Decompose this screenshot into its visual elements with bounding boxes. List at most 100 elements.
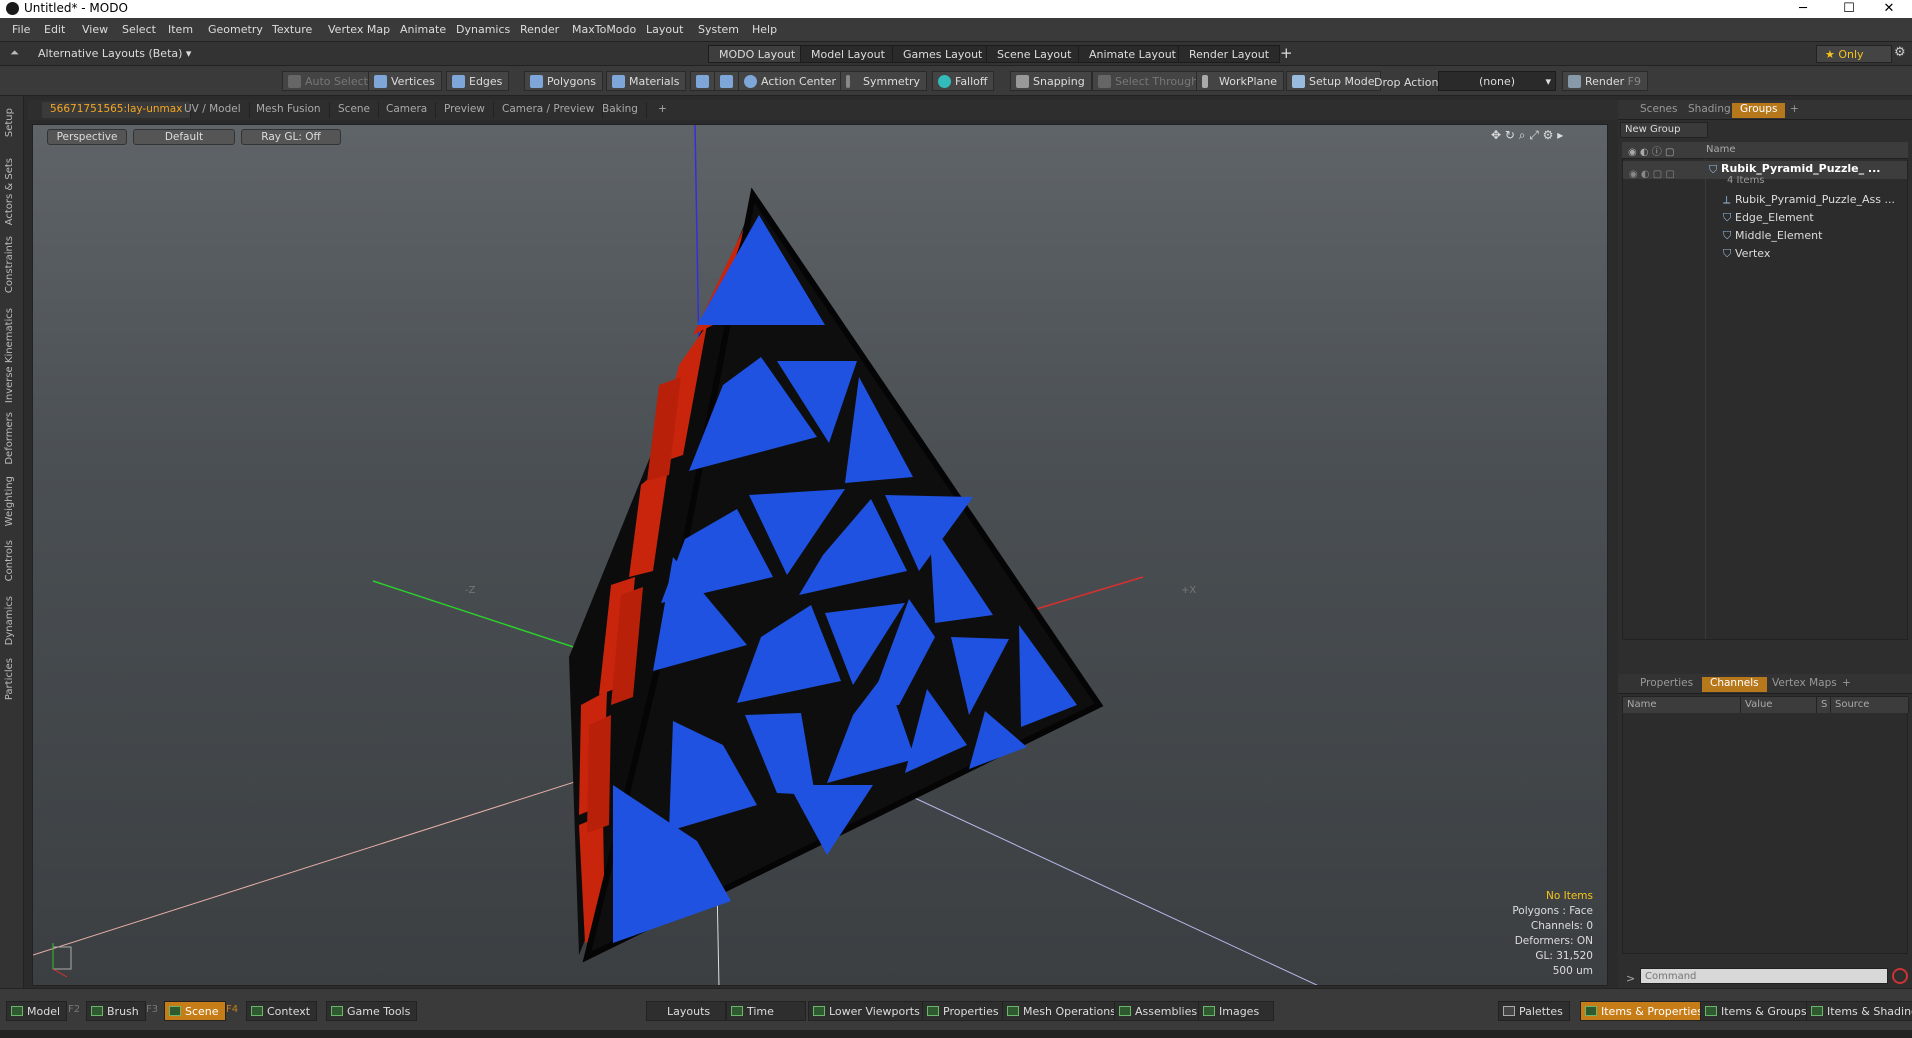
group-row-edge[interactable]: ⛉ Edge_Element — [1623, 209, 1907, 227]
vtab-constraints[interactable]: Constraints — [4, 236, 15, 293]
add-panel-tab-button[interactable]: + — [1834, 677, 1859, 692]
3d-viewport[interactable]: Perspective Default Ray GL: Off ✥ ↻ ⌕ ⤢ … — [32, 124, 1608, 986]
tab-baking[interactable]: Baking — [594, 102, 647, 118]
select-through-button[interactable]: Select Through — [1092, 71, 1206, 91]
tab-vertex-maps[interactable]: Vertex Maps — [1764, 677, 1845, 692]
snapping-button[interactable]: Snapping — [1010, 71, 1092, 91]
lower-viewports-button[interactable]: Lower Viewports — [808, 1001, 927, 1021]
action-center-button[interactable]: Action Center — [738, 71, 843, 91]
tab-scene-layout[interactable]: Scene Layout — [986, 45, 1083, 63]
mesh-operations-button[interactable]: Mesh Operations — [1002, 1001, 1123, 1021]
channels-col-value[interactable]: Value — [1741, 697, 1817, 713]
add-layout-button[interactable]: + — [1280, 44, 1293, 62]
materials-button[interactable]: Materials — [606, 71, 687, 91]
command-input[interactable] — [1640, 968, 1888, 984]
name-column-header[interactable]: Name — [1706, 144, 1736, 155]
vtab-inverse-kinematics[interactable]: Inverse Kinematics — [4, 308, 15, 403]
add-panel-tab-button[interactable]: + — [1782, 103, 1807, 118]
vtab-setup[interactable]: Setup — [4, 108, 15, 137]
items-properties-button[interactable]: Items & Properties — [1580, 1001, 1710, 1021]
menu-animate[interactable]: Animate — [400, 23, 446, 36]
add-tab-button[interactable]: + — [650, 102, 675, 118]
vtab-controls[interactable]: Controls — [4, 540, 15, 581]
vtab-dynamics[interactable]: Dynamics — [4, 596, 15, 645]
tab-camera[interactable]: Camera — [378, 102, 437, 118]
items-groups-button[interactable]: Items & Groups — [1700, 1001, 1814, 1021]
tab-render-layout[interactable]: Render Layout — [1178, 45, 1281, 63]
tab-animate-layout[interactable]: Animate Layout — [1078, 45, 1187, 63]
brush-button[interactable]: Brush — [86, 1001, 146, 1021]
render-button[interactable]: Render F9 — [1562, 71, 1648, 91]
menu-edit[interactable]: Edit — [44, 23, 65, 36]
menu-texture[interactable]: Texture — [272, 23, 312, 36]
context-button[interactable]: Context — [246, 1001, 318, 1021]
tab-model-layout[interactable]: Model Layout — [800, 45, 896, 63]
group-row-vertex[interactable]: ⛉ Vertex — [1623, 245, 1907, 263]
layouts-button[interactable]: Layouts — [646, 1001, 726, 1021]
tab-modo-layout[interactable]: MODO Layout — [708, 45, 807, 63]
images-button[interactable]: Images — [1198, 1001, 1274, 1021]
drop-action-select[interactable]: (none) ▾ — [1438, 71, 1556, 91]
menu-system[interactable]: System — [698, 23, 739, 36]
menu-help[interactable]: Help — [752, 23, 777, 36]
gear-icon[interactable]: ⚙ — [1894, 45, 1906, 60]
time-button[interactable]: Time — [726, 1001, 806, 1021]
palettes-button[interactable]: Palettes — [1498, 1001, 1570, 1021]
falloff-button[interactable]: Falloff — [932, 71, 995, 91]
tab-shading[interactable]: Shading — [1680, 103, 1739, 118]
polygons-button[interactable]: Polygons — [524, 71, 603, 91]
only-toggle[interactable]: ★ Only — [1816, 45, 1892, 63]
tab-lay-unmax[interactable]: 56671751565:lay-unmax — [42, 102, 192, 118]
group-row-assembly[interactable]: ⟂ Rubik_Pyramid_Puzzle_Ass ... — [1623, 191, 1907, 209]
scene-button[interactable]: Scene — [164, 1001, 226, 1021]
channels-col-s[interactable]: S — [1817, 697, 1831, 713]
properties-button[interactable]: Properties — [922, 1001, 1006, 1021]
new-group-button[interactable]: New Group — [1620, 122, 1708, 138]
menu-geometry[interactable]: Geometry — [208, 23, 263, 36]
menu-render[interactable]: Render — [520, 23, 559, 36]
vtab-deformers[interactable]: Deformers — [4, 412, 15, 465]
group-row-root[interactable]: ◉ ◐ ▢ ▢ ⛉ Rubik_Pyramid_Puzzle_ ... 4 It… — [1623, 161, 1907, 186]
game-tools-button[interactable]: Game Tools — [326, 1001, 418, 1021]
menu-view[interactable]: View — [82, 23, 108, 36]
menu-layout[interactable]: Layout — [646, 23, 683, 36]
vertices-button[interactable]: Vertices — [368, 71, 442, 91]
record-icon[interactable] — [1892, 968, 1908, 984]
symmetry-button[interactable]: Symmetry — [840, 71, 928, 91]
tab-games-layout[interactable]: Games Layout — [892, 45, 994, 63]
tab-mesh-fusion[interactable]: Mesh Fusion — [248, 102, 330, 118]
tab-groups[interactable]: Groups — [1732, 103, 1786, 118]
tab-scenes[interactable]: Scenes — [1632, 103, 1685, 118]
auto-select-button[interactable]: Auto Select — [282, 71, 375, 91]
workplane-button[interactable]: WorkPlane — [1196, 71, 1285, 91]
vtab-weighting[interactable]: Weighting — [4, 476, 15, 526]
edges-button[interactable]: Edges — [446, 71, 510, 91]
shield-toggle-a[interactable] — [690, 71, 716, 91]
eye-icon[interactable]: ◉ ◐ ▢ ▢ — [1629, 169, 1675, 180]
menu-item[interactable]: Item — [168, 23, 193, 36]
model-button[interactable]: Model — [6, 1001, 68, 1021]
menu-maxtomodo[interactable]: MaxToModo — [572, 23, 636, 36]
channels-col-source[interactable]: Source — [1831, 697, 1909, 713]
tab-properties[interactable]: Properties — [1632, 677, 1701, 692]
layout-selector[interactable]: Alternative Layouts (Beta) ▾ — [38, 47, 191, 60]
vtab-particles[interactable]: Particles — [4, 658, 15, 700]
tab-uv-model[interactable]: UV / Model — [176, 102, 250, 118]
menu-vertex-map[interactable]: Vertex Map — [328, 23, 390, 36]
group-row-middle[interactable]: ⛉ Middle_Element — [1623, 227, 1907, 245]
channels-col-name[interactable]: Name — [1623, 697, 1741, 713]
assemblies-button[interactable]: Assemblies — [1114, 1001, 1205, 1021]
close-button[interactable]: ✕ — [1866, 0, 1912, 18]
minimize-button[interactable]: ─ — [1780, 0, 1826, 18]
tab-channels[interactable]: Channels — [1702, 677, 1767, 692]
vtab-actors-sets[interactable]: Actors & Sets — [4, 158, 15, 225]
shield-toggle-b[interactable] — [714, 71, 740, 91]
menu-file[interactable]: File — [12, 23, 30, 36]
setup-mode-button[interactable]: Setup Mode — [1286, 71, 1382, 91]
tab-preview[interactable]: Preview — [436, 102, 494, 118]
upload-icon[interactable]: ⏶ — [10, 46, 19, 60]
tab-camera-preview[interactable]: Camera / Preview — [494, 102, 604, 118]
menu-select[interactable]: Select — [122, 23, 156, 36]
items-shading-button[interactable]: Items & Shading — [1806, 1001, 1912, 1021]
tab-scene[interactable]: Scene — [330, 102, 380, 118]
